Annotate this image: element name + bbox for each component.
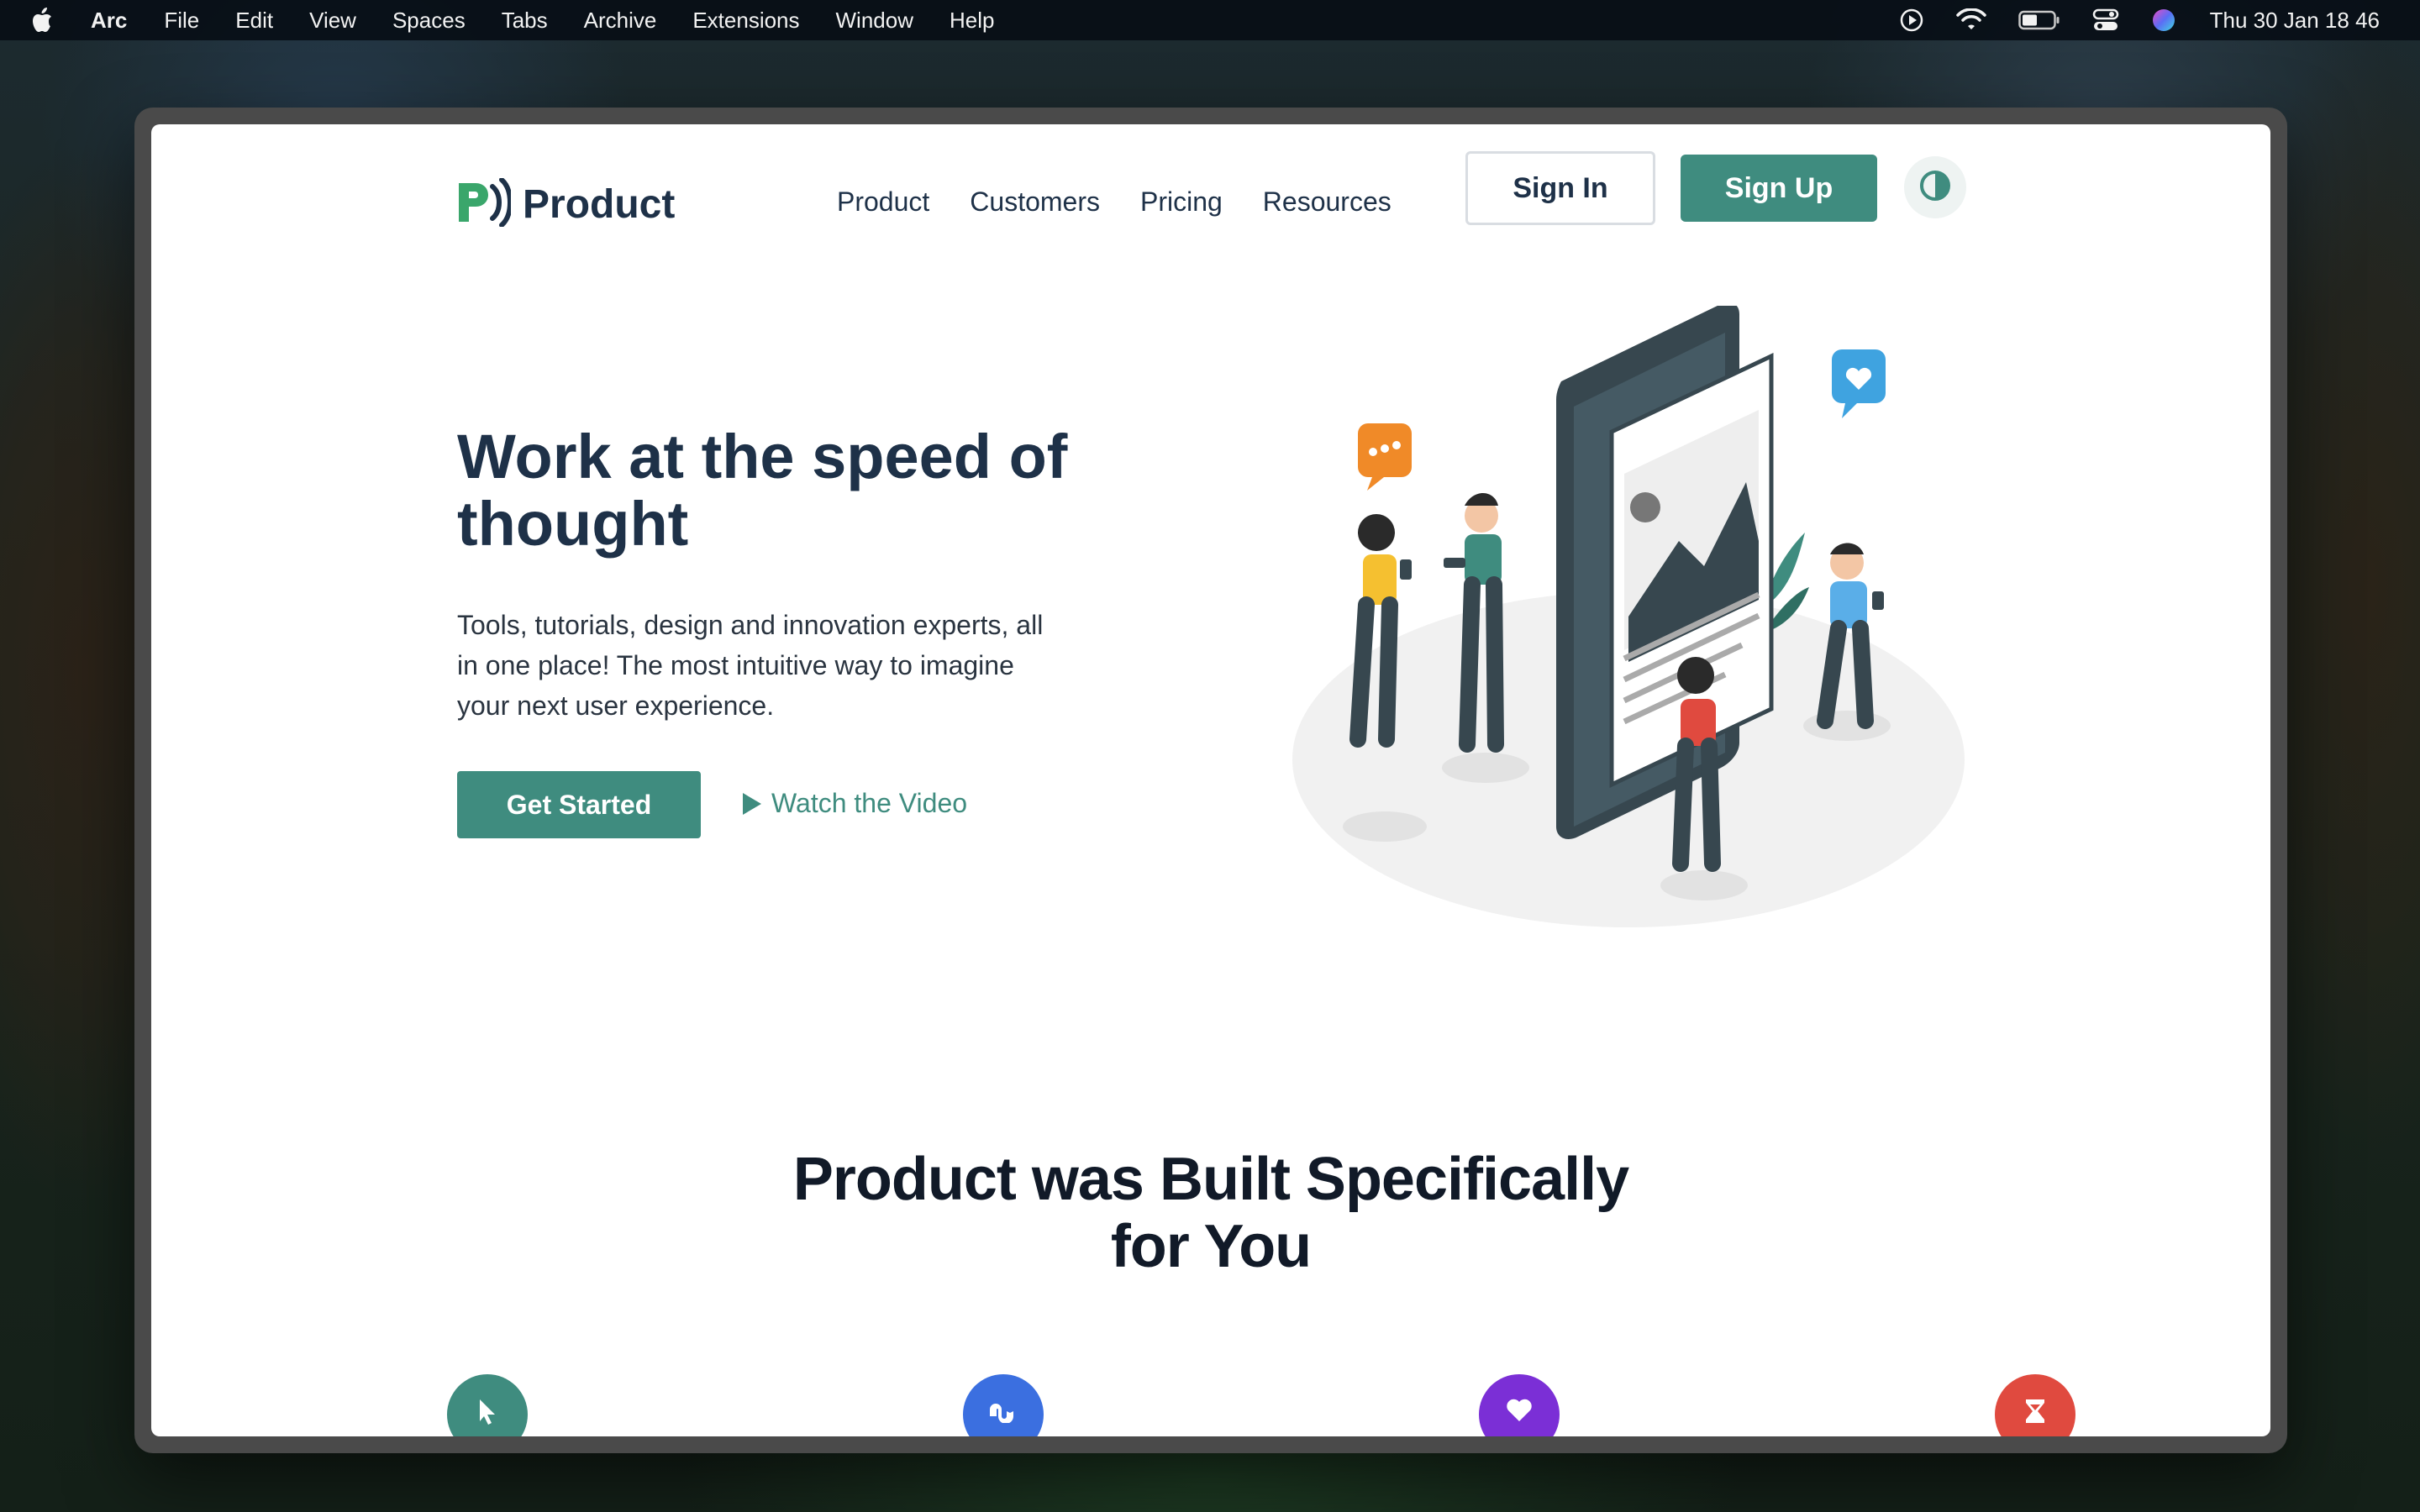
- browser-window: Product Product Customers Pricing Resour…: [134, 108, 2287, 1453]
- sign-up-button[interactable]: Sign Up: [1681, 155, 1877, 222]
- play-icon: [741, 791, 763, 816]
- feature-cursor-badge: [447, 1374, 528, 1436]
- menu-app-name[interactable]: Arc: [91, 8, 127, 34]
- status-area: Thu 30 Jan 18 46: [1867, 8, 2420, 34]
- stumbleupon-icon: [986, 1398, 1020, 1427]
- menu-spaces[interactable]: Spaces: [392, 8, 466, 34]
- main-nav: Product Customers Pricing Resources: [837, 186, 1432, 218]
- apple-icon[interactable]: [32, 6, 57, 34]
- menu-tabs[interactable]: Tabs: [502, 8, 548, 34]
- contrast-icon: [1918, 169, 1952, 207]
- heart-icon: [1505, 1398, 1534, 1427]
- get-started-button[interactable]: Get Started: [457, 771, 701, 838]
- menu-extensions[interactable]: Extensions: [692, 8, 799, 34]
- menu-edit[interactable]: Edit: [235, 8, 273, 34]
- siri-icon[interactable]: [2151, 8, 2176, 33]
- menu-archive[interactable]: Archive: [584, 8, 657, 34]
- nav-product[interactable]: Product: [837, 186, 929, 218]
- watch-video-label: Watch the Video: [771, 788, 968, 818]
- hero-title: Work at the speed of thought: [457, 422, 1068, 559]
- theme-toggle-button[interactable]: [1904, 156, 1966, 218]
- menu-bar: Arc File Edit View Spaces Tabs Archive E…: [0, 0, 2420, 40]
- nav-customers[interactable]: Customers: [970, 186, 1100, 218]
- nav-resources[interactable]: Resources: [1263, 186, 1392, 218]
- menu-window[interactable]: Window: [836, 8, 913, 34]
- hero-description: Tools, tutorials, design and innovation …: [457, 610, 1044, 721]
- hourglass-icon: [2024, 1398, 2046, 1429]
- menu-help[interactable]: Help: [950, 8, 994, 34]
- battery-icon[interactable]: [2018, 10, 2060, 30]
- wifi-icon[interactable]: [1955, 8, 1986, 32]
- play-circle-icon[interactable]: [1899, 8, 1924, 33]
- features-title: Product was Built Specifically for You: [792, 1146, 1629, 1280]
- watch-video-link[interactable]: Watch the Video: [741, 788, 967, 819]
- sign-in-button[interactable]: Sign In: [1465, 151, 1655, 225]
- menu-file[interactable]: File: [164, 8, 199, 34]
- feature-heart-badge: [1479, 1374, 1560, 1436]
- menu-view[interactable]: View: [309, 8, 356, 34]
- cursor-icon: [475, 1398, 500, 1431]
- site-logo[interactable]: Product: [455, 177, 676, 231]
- logo-text: Product: [523, 182, 676, 227]
- control-center-icon[interactable]: [2092, 8, 2119, 33]
- menu-clock[interactable]: Thu 30 Jan 18 46: [2210, 8, 2380, 34]
- people-with-phones-illustration: [1292, 302, 1981, 944]
- nav-pricing[interactable]: Pricing: [1140, 186, 1223, 218]
- logo-icon: [455, 177, 513, 231]
- web-page: Product Product Customers Pricing Resour…: [151, 124, 2270, 1436]
- feature-hourglass-badge: [1995, 1374, 2075, 1436]
- feature-stumbleupon-badge: [963, 1374, 1044, 1436]
